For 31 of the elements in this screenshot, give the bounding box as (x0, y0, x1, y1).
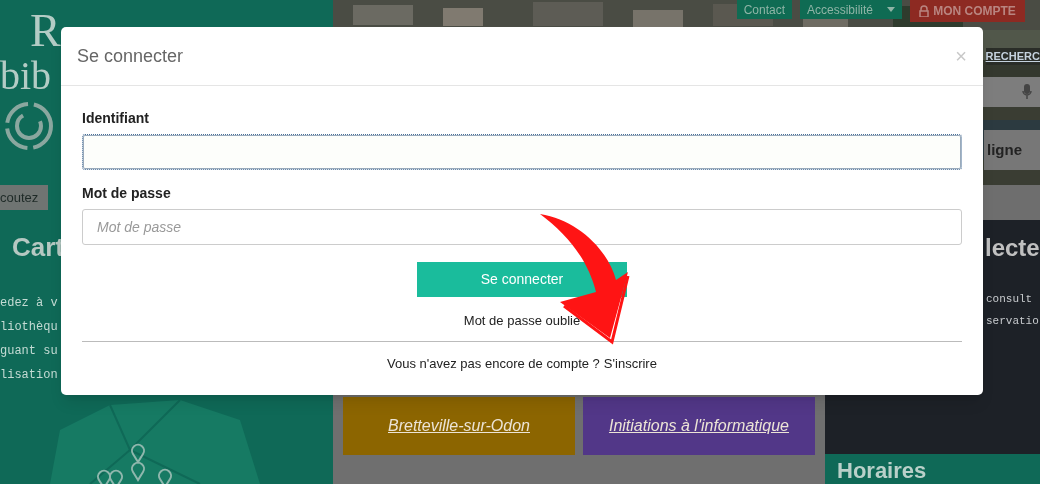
input-field[interactable] (82, 134, 962, 170)
accessibility-dropdown[interactable]: Accessibilité (800, 0, 902, 19)
account-button[interactable]: MON COMPTE (910, 0, 1025, 22)
lock-icon (919, 5, 930, 17)
logo-text: bib (0, 56, 52, 96)
description-text: liothèqu (0, 319, 58, 336)
search-bar[interactable] (980, 77, 1040, 107)
card-title[interactable]: Initiations à l'informatique (608, 414, 789, 438)
card[interactable]: Bretteville-sur-Odon (343, 397, 575, 455)
description-text: guant su (0, 343, 58, 360)
signup-prompt: Vous n'avez pas encore de compte ? (387, 354, 600, 373)
section-title: lecte (985, 233, 1040, 263)
field-label: Mot de passe (82, 184, 172, 203)
caret-icon (887, 7, 895, 12)
section-title: Horaires (837, 458, 927, 484)
logo-text: R (30, 6, 61, 56)
description-text: servatio (986, 314, 1039, 329)
description-text: edez à v (0, 295, 58, 312)
signup-link[interactable]: S'inscrire (603, 353, 657, 373)
banner-text: ligne (987, 139, 1022, 160)
description-text: consult (986, 292, 1033, 307)
card-title[interactable]: Bretteville-sur-Odon (388, 414, 530, 438)
microphone-icon (1022, 84, 1032, 100)
field-label: Identifiant (82, 109, 150, 128)
forgot-password-link[interactable]: Mot de passe oublié (463, 311, 581, 331)
section-title: Cart (12, 231, 64, 264)
search-link[interactable]: RECHERC (985, 48, 1040, 65)
card[interactable]: Initiations à l'informatique (583, 397, 815, 455)
description-text: lisation (0, 367, 58, 384)
contact-link[interactable]: Contact (736, 0, 792, 19)
dialog-title: Se connecter (77, 44, 184, 68)
